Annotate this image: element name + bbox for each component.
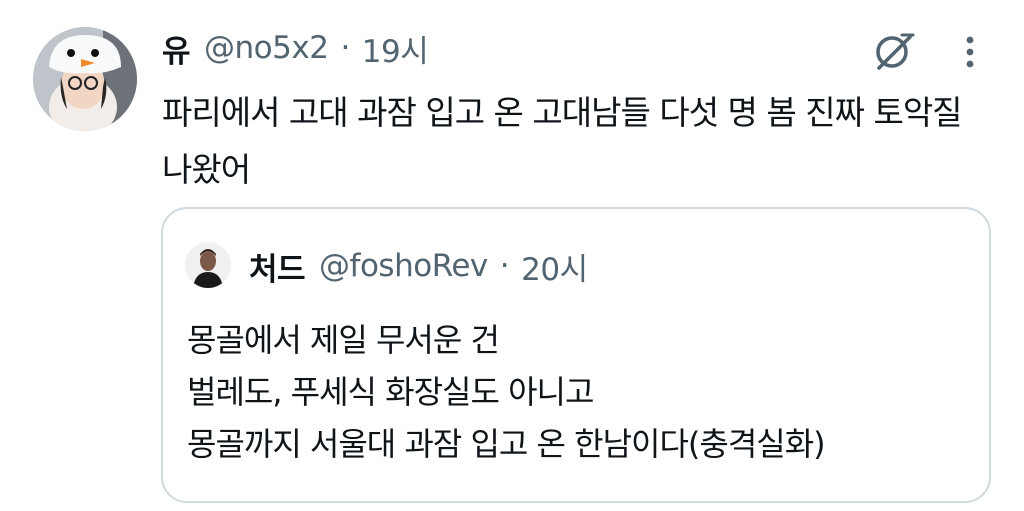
quoted-author-avatar[interactable]	[185, 242, 231, 288]
quoted-tweet-text: 몽골에서 제일 무서운 건 벌레도, 푸세식 화장실도 아니고 몽골까지 서울대…	[187, 314, 977, 470]
author-avatar[interactable]	[33, 27, 137, 131]
quoted-text-line: 몽골에서 제일 무서운 건	[187, 321, 500, 359]
meta-separator: ·	[340, 30, 350, 66]
quoted-author-name[interactable]: 처드	[249, 244, 306, 289]
tweet-author-line: 유 @no5x2 · 19시	[162, 26, 429, 71]
author-handle[interactable]: @no5x2	[204, 30, 329, 66]
author-name[interactable]: 유	[162, 26, 191, 71]
quoted-author-line: 처드 @foshoRev · 20시	[249, 244, 588, 289]
quoted-author-handle[interactable]: @foshoRev	[319, 248, 488, 284]
tweet-text: 파리에서 고대 과잠 입고 온 고대남들 다섯 명 봄 진짜 토악질 나왔어	[162, 93, 963, 189]
quoted-text-line: 벌레도, 푸세식 화장실도 아니고	[187, 373, 594, 411]
quoted-meta-separator: ·	[499, 248, 510, 284]
grok-icon[interactable]	[868, 28, 920, 76]
quoted-text-line: 몽골까지 서울대 과잠 입고 온 한남이다(충격실화)	[187, 425, 826, 463]
quoted-timestamp[interactable]: 20시	[521, 244, 588, 289]
tweet-timestamp[interactable]: 19시	[362, 26, 429, 71]
quoted-tweet-card[interactable]: 처드 @foshoRev · 20시 몽골에서 제일 무서운 건 벌레도, 푸세…	[161, 207, 991, 503]
more-options-icon[interactable]	[952, 28, 988, 76]
